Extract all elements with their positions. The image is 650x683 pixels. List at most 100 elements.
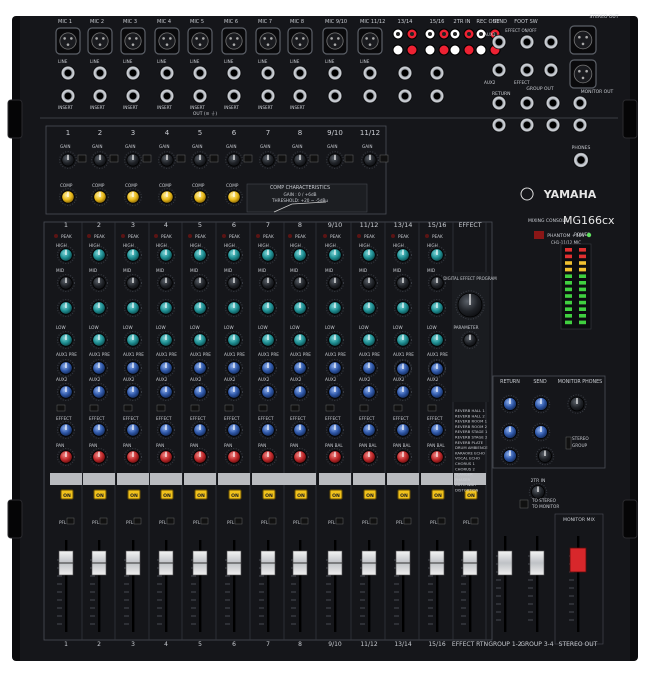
input-2-insert-jack[interactable] bbox=[92, 88, 108, 104]
pre-switch[interactable] bbox=[190, 404, 200, 412]
input-3-insert-jack[interactable] bbox=[125, 88, 141, 104]
input-4-xlr[interactable] bbox=[154, 27, 180, 55]
pad-switch[interactable] bbox=[309, 154, 319, 163]
send-jack-b[interactable] bbox=[543, 34, 559, 50]
stereo-line-jack-r[interactable] bbox=[397, 88, 413, 104]
input-9-xlr[interactable] bbox=[322, 27, 348, 55]
rca-white[interactable] bbox=[475, 44, 487, 56]
pfl-switch[interactable] bbox=[335, 517, 344, 525]
aux2-send-jack[interactable] bbox=[491, 62, 507, 78]
pre-switch[interactable] bbox=[359, 404, 369, 412]
pfl-switch[interactable] bbox=[99, 517, 108, 525]
pre-switch[interactable] bbox=[258, 404, 268, 412]
rca-white[interactable] bbox=[424, 44, 436, 56]
input-8-insert-jack[interactable] bbox=[292, 88, 308, 104]
pre-switch[interactable] bbox=[56, 404, 66, 412]
pfl-switch[interactable] bbox=[166, 517, 175, 525]
phones-jack[interactable] bbox=[573, 152, 589, 168]
pfl-switch[interactable] bbox=[437, 517, 446, 525]
input-5-insert-jack[interactable] bbox=[192, 88, 208, 104]
pad-switch[interactable] bbox=[243, 154, 253, 163]
pre-switch[interactable] bbox=[89, 404, 99, 412]
pfl-switch[interactable] bbox=[369, 517, 378, 525]
pre-switch[interactable] bbox=[123, 404, 133, 412]
group-fader-cap[interactable] bbox=[529, 550, 545, 576]
input-4-insert-jack[interactable] bbox=[159, 88, 175, 104]
input-7-xlr[interactable] bbox=[255, 27, 281, 55]
stereo-line-jack-r[interactable] bbox=[429, 88, 445, 104]
pre-switch[interactable] bbox=[290, 404, 300, 412]
pre-switch[interactable] bbox=[224, 404, 234, 412]
output-jack[interactable] bbox=[572, 117, 588, 133]
group-fader-cap[interactable] bbox=[497, 550, 513, 576]
input-2-line-jack[interactable] bbox=[92, 65, 108, 81]
output-jack[interactable] bbox=[519, 95, 535, 111]
send-jack-c[interactable] bbox=[543, 62, 559, 78]
input-1-insert-jack[interactable] bbox=[60, 88, 76, 104]
effect-send-jack[interactable] bbox=[519, 62, 535, 78]
output-jack[interactable] bbox=[519, 117, 535, 133]
input-6-xlr[interactable] bbox=[221, 27, 247, 55]
input-6-line-jack[interactable] bbox=[226, 65, 242, 81]
pad-switch[interactable] bbox=[344, 154, 354, 163]
pfl-switch[interactable] bbox=[200, 517, 209, 525]
input-3-xlr[interactable] bbox=[120, 27, 146, 55]
stereo-out-xlr-r[interactable] bbox=[569, 59, 597, 89]
pfl-switch[interactable] bbox=[470, 517, 479, 525]
input-7-insert-jack[interactable] bbox=[260, 88, 276, 104]
input-4-line-jack[interactable] bbox=[159, 65, 175, 81]
input-10-insert-jack[interactable] bbox=[362, 88, 378, 104]
output-jack[interactable] bbox=[545, 95, 561, 111]
output-jack[interactable] bbox=[572, 95, 588, 111]
stereo-line-jack[interactable] bbox=[397, 65, 413, 81]
pre-switch[interactable] bbox=[325, 404, 335, 412]
foot-sw-jack[interactable] bbox=[519, 34, 535, 50]
stereo-out-xlr-l[interactable] bbox=[569, 25, 597, 55]
input-3-line-jack[interactable] bbox=[125, 65, 141, 81]
input-2-xlr[interactable] bbox=[87, 27, 113, 55]
rca-red[interactable] bbox=[463, 44, 475, 56]
stereo-line-jack[interactable] bbox=[429, 65, 445, 81]
monitor-source-switch[interactable] bbox=[565, 436, 572, 450]
input-8-xlr[interactable] bbox=[287, 27, 313, 55]
pre-switch[interactable] bbox=[156, 404, 166, 412]
input-10-line-jack[interactable] bbox=[362, 65, 378, 81]
rca-red[interactable] bbox=[438, 44, 450, 56]
rca-red[interactable] bbox=[406, 44, 418, 56]
to-stereo-switch[interactable] bbox=[519, 499, 529, 509]
input-5-xlr[interactable] bbox=[187, 27, 213, 55]
input-10-xlr-pin bbox=[368, 43, 372, 46]
pfl-switch[interactable] bbox=[403, 517, 412, 525]
input-10-xlr[interactable] bbox=[357, 27, 383, 55]
pad-switch[interactable] bbox=[176, 154, 186, 163]
pad-switch[interactable] bbox=[209, 154, 219, 163]
pad-switch[interactable] bbox=[77, 154, 87, 163]
pad-switch[interactable] bbox=[142, 154, 152, 163]
rca-white[interactable] bbox=[449, 44, 461, 56]
stereo-fader-cap[interactable] bbox=[569, 547, 587, 573]
aux1-send-jack[interactable] bbox=[491, 34, 507, 50]
pfl-switch[interactable] bbox=[66, 517, 75, 525]
input-5-line-jack[interactable] bbox=[192, 65, 208, 81]
rca-white[interactable] bbox=[392, 44, 404, 56]
input-7-line-jack[interactable] bbox=[260, 65, 276, 81]
input-1-line-jack[interactable] bbox=[60, 65, 76, 81]
phantom-switch[interactable] bbox=[534, 231, 544, 239]
output-jack[interactable] bbox=[491, 117, 507, 133]
pfl-switch[interactable] bbox=[133, 517, 142, 525]
input-8-line-jack[interactable] bbox=[292, 65, 308, 81]
pad-switch[interactable] bbox=[277, 154, 287, 163]
pre-switch[interactable] bbox=[427, 404, 437, 412]
input-6-insert-jack[interactable] bbox=[226, 88, 242, 104]
pfl-switch[interactable] bbox=[268, 517, 277, 525]
pfl-switch[interactable] bbox=[300, 517, 309, 525]
output-jack[interactable] bbox=[545, 117, 561, 133]
output-jack[interactable] bbox=[491, 95, 507, 111]
input-1-xlr[interactable] bbox=[55, 27, 81, 55]
input-9-insert-jack[interactable] bbox=[327, 88, 343, 104]
pre-switch[interactable] bbox=[393, 404, 403, 412]
pad-switch[interactable] bbox=[379, 154, 389, 163]
pad-switch[interactable] bbox=[109, 154, 119, 163]
pfl-switch[interactable] bbox=[234, 517, 243, 525]
input-9-line-jack[interactable] bbox=[327, 65, 343, 81]
